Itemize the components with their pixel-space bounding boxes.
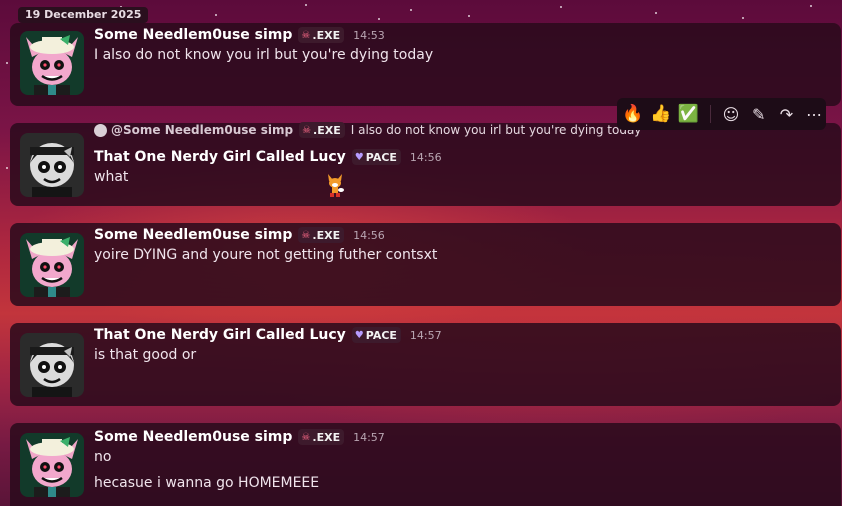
timestamp: 14:57 [353,430,385,444]
username[interactable]: Some Needlem0use simp [94,27,292,43]
date-separator: 19 December 2025 [18,7,149,23]
check-mark-icon[interactable]: ✅ [676,100,700,128]
more-icon[interactable]: ⋯ [802,100,826,128]
message-text: yoire DYING and youre not getting futher… [94,247,438,263]
pace-badge: ♥ PACE [351,327,401,343]
add-reaction-icon[interactable]: ☺ [719,100,743,128]
message[interactable]: That One Nerdy Girl Called Lucy ♥ PACE 14… [10,323,841,406]
username[interactable]: Some Needlem0use simp [94,227,292,243]
reply-avatar [94,123,107,137]
message-action-toolbar: 🔥 👍 ✅ ☺ ✎ ↷ ⋯ [617,98,826,130]
avatar[interactable] [20,333,84,397]
message[interactable]: @Some Needlem0use simp ☠ .EXE I also do n… [10,122,841,206]
heart-icon: ♥ [354,329,364,341]
username[interactable]: That One Nerdy Girl Called Lucy [94,149,346,165]
exe-badge: ☠ .EXE [299,122,345,138]
heart-icon: ♥ [354,151,364,163]
username[interactable]: That One Nerdy Girl Called Lucy [94,327,346,343]
skull-icon: ☠ [301,431,311,443]
skull-icon: ☠ [301,229,311,241]
reply-preview[interactable]: @Some Needlem0use simp ☠ .EXE I also do n… [94,122,641,138]
message-text: is that good or [94,347,197,363]
exe-badge: ☠ .EXE [298,227,345,243]
message-text: no [94,449,112,465]
exe-badge: ☠ .EXE [298,27,345,43]
skull-icon: ☠ [301,29,311,41]
reply-text: I also do not know you irl but you're dy… [350,123,642,137]
avatar[interactable] [20,433,84,497]
exe-badge: ☠ .EXE [298,429,345,445]
edit-icon[interactable]: ✎ [747,100,771,128]
reply-author[interactable]: @Some Needlem0use simp [111,123,293,137]
toolbar-divider [710,105,712,123]
forward-icon[interactable]: ↷ [775,100,799,128]
fox-sprite-icon [325,172,345,202]
fire-icon[interactable]: 🔥 [621,100,645,128]
skull-icon: ☠ [302,124,312,136]
avatar[interactable] [20,31,84,95]
message-text: what [94,169,129,185]
avatar[interactable] [20,133,84,197]
pace-badge: ♥ PACE [351,149,401,165]
message[interactable]: Some Needlem0use simp ☠ .EXE 14:57 no hec… [10,423,841,506]
avatar[interactable] [20,233,84,297]
message[interactable]: Some Needlem0use simp ☠ .EXE 14:56 yoire … [10,223,841,306]
message-text: I also do not know you irl but you're dy… [94,47,434,63]
timestamp: 14:53 [353,28,385,42]
message[interactable]: Some Needlem0use simp ☠ .EXE 14:53 I also… [10,23,841,106]
timestamp: 14:56 [409,150,442,164]
timestamp: 14:56 [353,228,385,242]
message-text: hecasue i wanna go HOMEMEEE [94,475,320,491]
thumbs-up-icon[interactable]: 👍 [649,100,673,128]
timestamp: 14:57 [409,328,442,342]
username[interactable]: Some Needlem0use simp [94,429,292,445]
